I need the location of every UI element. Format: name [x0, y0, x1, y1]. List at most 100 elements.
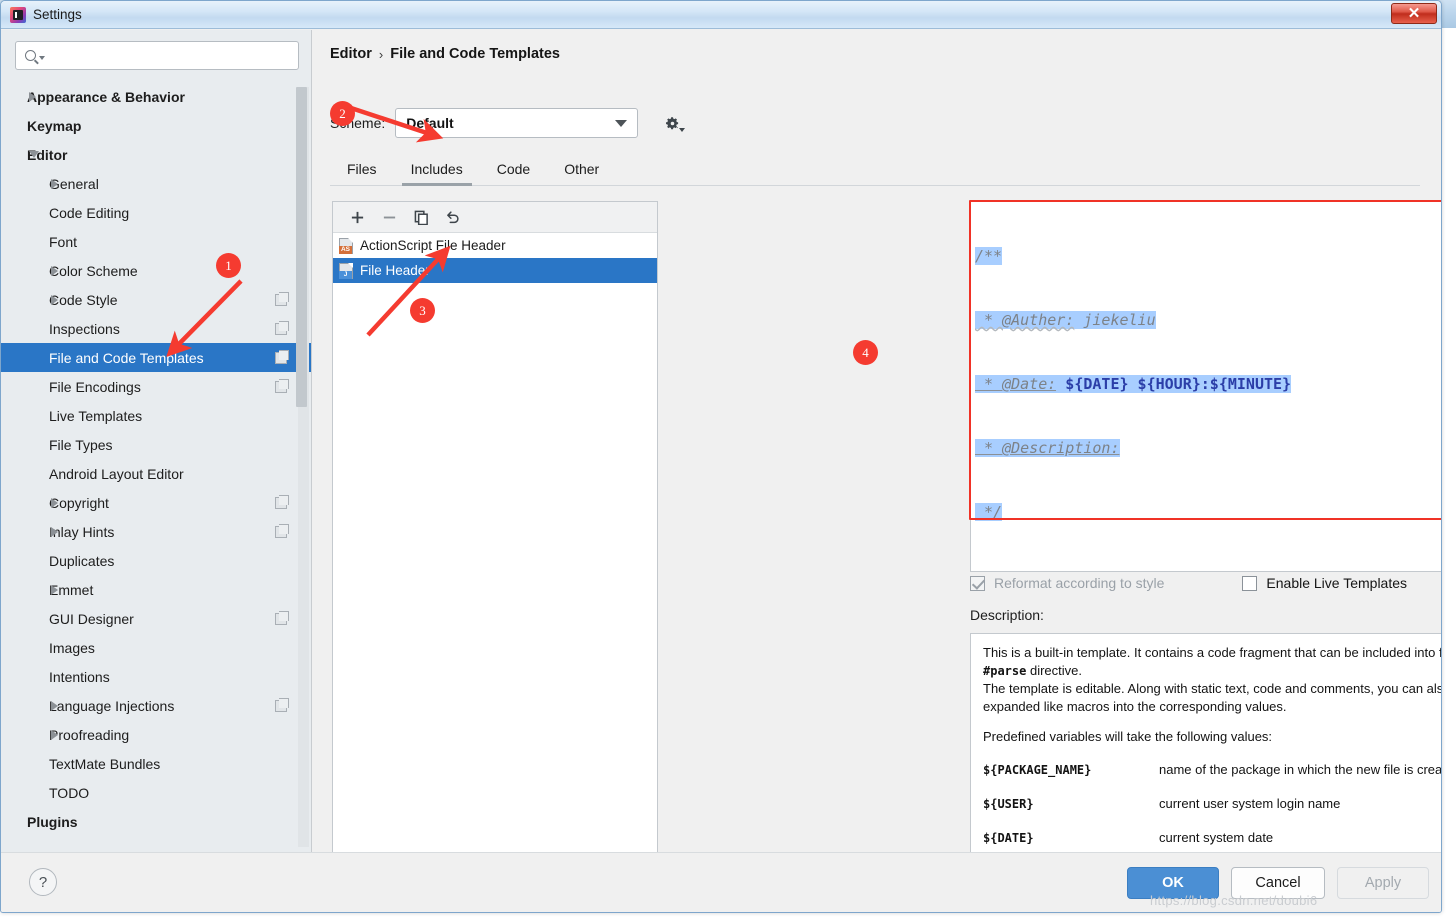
tab-files[interactable]: Files	[330, 157, 394, 185]
sidebar-scrollbar-track[interactable]	[296, 87, 309, 847]
reformat-checkbox[interactable]	[970, 575, 985, 591]
desc-p1-a: This is a built-in template. It contains…	[983, 645, 1441, 660]
sidebar-item-android-layout-editor[interactable]: Android Layout Editor	[1, 459, 311, 488]
sidebar-item-live-templates[interactable]: Live Templates	[1, 401, 311, 430]
settings-dialog: Settings ✕ Appearance & Behavior Keymap Ed…	[0, 0, 1442, 913]
template-editor-panel[interactable]: /** * @Auther: jiekeliu * @Date: ${DATE}…	[970, 201, 1441, 572]
breadcrumb: Editor › File and Code Templates	[330, 46, 560, 62]
sidebar-item-keymap[interactable]: Keymap	[1, 111, 311, 140]
sidebar-item-label: File Encodings	[49, 378, 141, 395]
chevron-right-icon[interactable]	[51, 584, 58, 595]
sidebar-item-file-encodings[interactable]: File Encodings	[1, 372, 311, 401]
code-line-auther-key: * @Auther:	[975, 311, 1075, 329]
variable-description: current user system login name	[1159, 796, 1341, 811]
sidebar-item-label: Appearance & Behavior	[27, 88, 185, 105]
sidebar-item-file-and-code-templates[interactable]: File and Code Templates	[1, 343, 311, 372]
sidebar-item-label: Proofreading	[49, 726, 130, 743]
sidebar-item-intentions[interactable]: Intentions	[1, 662, 311, 691]
template-editor-text[interactable]: /** * @Auther: jiekeliu * @Date: ${DATE}…	[971, 202, 1441, 571]
sidebar-item-copyright[interactable]: Copyright	[1, 488, 311, 517]
scheme-selected-value: Default	[406, 115, 454, 131]
sidebar-item-color-scheme[interactable]: Color Scheme	[1, 256, 311, 285]
title-bar: Settings ✕	[1, 1, 1441, 29]
project-scope-icon	[275, 291, 289, 306]
sidebar-item-editor[interactable]: Editor	[1, 140, 311, 169]
reformat-checkbox-group[interactable]: Reformat according to style	[970, 575, 1164, 591]
sidebar-item-font[interactable]: Font	[1, 227, 311, 256]
sidebar-item-label: File and Code Templates	[49, 349, 204, 366]
sidebar-item-label: TextMate Bundles	[49, 755, 161, 772]
breadcrumb-parent[interactable]: Editor	[330, 46, 372, 62]
chevron-right-icon[interactable]	[51, 178, 58, 189]
chevron-right-icon[interactable]	[51, 729, 58, 740]
chevron-right-icon[interactable]	[29, 91, 36, 102]
live-templates-label: Enable Live Templates	[1266, 575, 1408, 591]
sidebar-item-appearance-behavior[interactable]: Appearance & Behavior	[1, 82, 311, 111]
sidebar-item-images[interactable]: Images	[1, 633, 311, 662]
chevron-right-icon[interactable]	[51, 294, 58, 305]
tab-includes[interactable]: Includes	[394, 157, 480, 186]
intellij-logo-icon	[10, 6, 26, 23]
apply-button[interactable]: Apply	[1337, 867, 1429, 899]
sidebar-item-language-injections[interactable]: Language Injections	[1, 691, 311, 720]
variable-name: ${USER}	[983, 797, 1034, 811]
tab-code[interactable]: Code	[480, 157, 547, 185]
sidebar-item-general[interactable]: General	[1, 169, 311, 198]
sidebar-item-label: Color Scheme	[49, 262, 138, 279]
reset-button[interactable]	[437, 204, 469, 231]
sidebar-item-label: Code Editing	[49, 204, 130, 221]
description-paragraph-1: This is a built-in template. It contains…	[983, 644, 1441, 680]
live-templates-checkbox[interactable]	[1242, 575, 1258, 591]
add-button[interactable]	[341, 204, 373, 231]
sidebar-scrollbar-thumb[interactable]	[296, 87, 307, 407]
file-type-tag: J	[339, 270, 352, 279]
settings-content: Editor › File and Code Templates Scheme:…	[312, 30, 1441, 870]
sidebar-item-file-types[interactable]: File Types	[1, 430, 311, 459]
list-item[interactable]: J File Header	[333, 258, 657, 283]
chevron-right-icon[interactable]	[51, 700, 58, 711]
project-scope-icon	[275, 378, 289, 393]
scheme-select[interactable]: Default	[395, 108, 639, 138]
sidebar-item-plugins[interactable]: Plugins	[1, 807, 311, 836]
gear-icon[interactable]	[664, 115, 686, 132]
sidebar-item-gui-designer[interactable]: GUI Designer	[1, 604, 311, 633]
help-button[interactable]: ?	[29, 868, 57, 896]
window-title: Settings	[33, 7, 82, 22]
project-scope-icon	[275, 320, 289, 335]
chevron-right-icon[interactable]	[51, 265, 58, 276]
sidebar-item-inlay-hints[interactable]: Inlay Hints	[1, 517, 311, 546]
sidebar-item-inspections[interactable]: Inspections	[1, 314, 311, 343]
sidebar-item-label: Plugins	[27, 813, 78, 830]
sidebar-item-emmet[interactable]: Emmet	[1, 575, 311, 604]
search-box[interactable]	[15, 41, 299, 70]
copy-button[interactable]	[405, 204, 437, 231]
sidebar-item-label: Images	[49, 639, 95, 656]
tab-other[interactable]: Other	[547, 157, 616, 185]
sidebar-item-proofreading[interactable]: Proofreading	[1, 720, 311, 749]
project-scope-icon	[275, 494, 289, 509]
template-list-panel: AS ActionScript File Header J File Header	[332, 201, 658, 870]
sidebar-item-textmate-bundles[interactable]: TextMate Bundles	[1, 749, 311, 778]
sidebar-item-code-editing[interactable]: Code Editing	[1, 198, 311, 227]
file-template-icon: J	[339, 262, 353, 279]
sidebar-item-duplicates[interactable]: Duplicates	[1, 546, 311, 575]
remove-button[interactable]	[373, 204, 405, 231]
live-templates-checkbox-group[interactable]: Enable Live Templates	[1242, 575, 1407, 591]
sidebar-item-label: Inspections	[49, 320, 120, 337]
chevron-down-icon[interactable]	[29, 151, 39, 158]
search-input[interactable]	[45, 47, 298, 64]
list-item[interactable]: AS ActionScript File Header	[333, 233, 657, 258]
sidebar-item-code-style[interactable]: Code Style	[1, 285, 311, 314]
code-line-date-key: * @Date:	[975, 375, 1057, 393]
project-scope-icon	[275, 523, 289, 538]
annotation-badge-1: 1	[216, 253, 241, 278]
description-paragraph-2: The template is editable. Along with sta…	[983, 681, 1441, 714]
sidebar-item-label: TODO	[49, 784, 90, 801]
chevron-right-icon[interactable]	[51, 497, 58, 508]
sidebar-item-label: Language Injections	[49, 697, 175, 714]
description-paragraph-3: Predefined variables will take the follo…	[983, 729, 1273, 744]
chevron-right-icon[interactable]	[51, 526, 58, 537]
close-button[interactable]: ✕	[1391, 3, 1437, 24]
sidebar-item-label: Keymap	[27, 117, 82, 134]
sidebar-item-todo[interactable]: TODO	[1, 778, 311, 807]
